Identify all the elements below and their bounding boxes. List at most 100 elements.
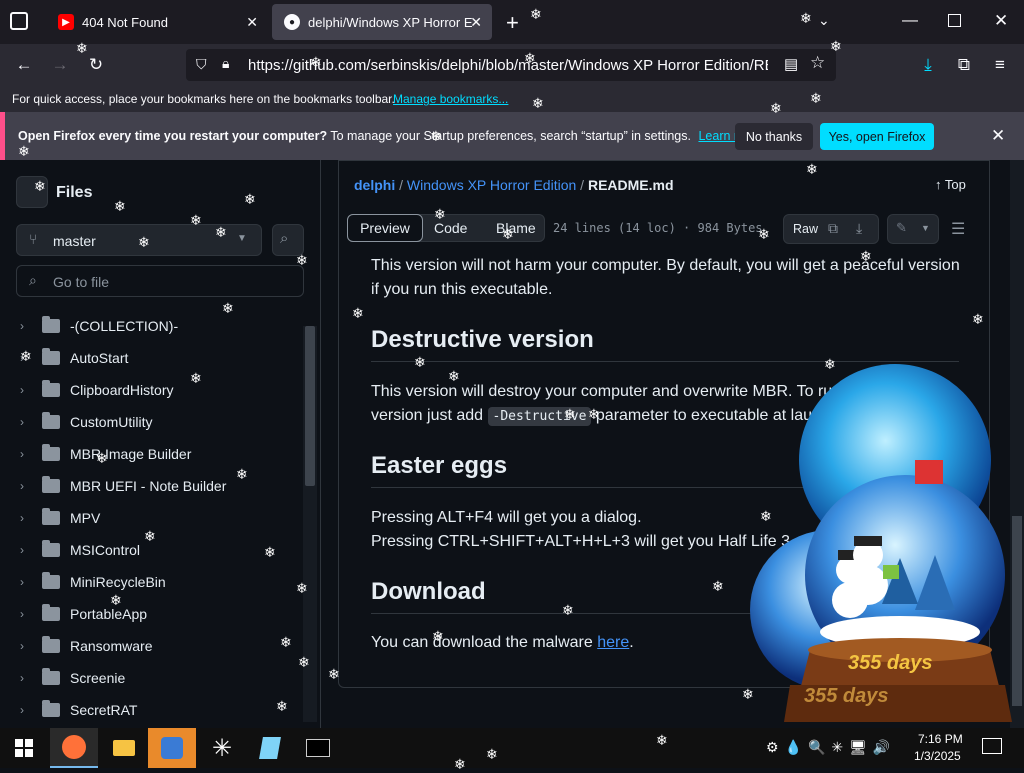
tree-item[interactable]: › ClipboardHistory bbox=[20, 374, 173, 406]
search-icon: ⌕ bbox=[280, 230, 289, 247]
close-icon[interactable]: ✕ bbox=[470, 14, 482, 31]
app-taskbar-icon[interactable] bbox=[148, 728, 196, 768]
firefox-view-icon[interactable] bbox=[10, 12, 28, 30]
back-button[interactable]: ← bbox=[12, 53, 36, 77]
tree-item[interactable]: › Screenie bbox=[20, 662, 125, 694]
close-window-button[interactable]: ✕ bbox=[994, 11, 1008, 31]
copy-icon[interactable]: ⧉ bbox=[828, 220, 838, 237]
no-thanks-button[interactable]: No thanks bbox=[735, 123, 813, 150]
tree-item[interactable]: › SecretRAT bbox=[20, 694, 137, 726]
collapse-sidebar-icon[interactable] bbox=[16, 176, 48, 208]
new-tab-button[interactable]: + bbox=[506, 10, 519, 36]
notification-message: Open Firefox every time you restart your… bbox=[18, 129, 762, 143]
top-label: Top bbox=[944, 177, 966, 192]
tree-item[interactable]: › MBR Image Builder bbox=[20, 438, 191, 470]
tab-bar: ▶ 404 Not Found ✕ ● delphi/Windows XP Ho… bbox=[0, 0, 1024, 44]
download-text: You can download the malware bbox=[371, 634, 593, 651]
tree-item[interactable]: › PortableApp bbox=[20, 598, 147, 630]
folder-icon bbox=[42, 540, 60, 557]
maximize-button[interactable] bbox=[948, 14, 961, 27]
go-to-file-placeholder: Go to file bbox=[53, 274, 110, 290]
taskbar: ✳ ⚙💧🔍✳🖥🔊 7:16 PM 1/3/2025 bbox=[0, 728, 1024, 768]
folder-icon bbox=[42, 636, 60, 653]
tab-404[interactable]: ▶ 404 Not Found ✕ bbox=[46, 4, 268, 40]
scrollbar-thumb[interactable] bbox=[305, 326, 315, 486]
easter-line-1: Pressing ALT+F4 will get you a dialog. bbox=[371, 509, 642, 526]
tree-item[interactable]: › Ransomware bbox=[20, 630, 152, 662]
url-bar[interactable]: ⛉ 🔒︎ https://github.com/serbinskis/delph… bbox=[186, 49, 836, 81]
tree-item-label: MSIControl bbox=[70, 542, 141, 558]
url-text[interactable]: https://github.com/serbinskis/delphi/blo… bbox=[248, 57, 768, 74]
edit-group: ✎ ▼ bbox=[887, 214, 939, 244]
snowflake-app-taskbar-icon[interactable]: ✳ bbox=[198, 728, 246, 768]
downloads-icon[interactable]: ⤓ bbox=[916, 53, 940, 77]
chevron-right-icon: › bbox=[20, 415, 24, 429]
tree-item-label: AutoStart bbox=[70, 350, 129, 366]
manage-bookmarks-link[interactable]: Manage bookmarks... bbox=[393, 92, 508, 106]
firefox-taskbar-icon[interactable] bbox=[50, 728, 98, 768]
tree-item[interactable]: › MPV bbox=[20, 502, 100, 534]
tree-item[interactable]: › MBR UEFI - Note Builder bbox=[20, 470, 226, 502]
clock-date[interactable]: 1/3/2025 bbox=[914, 749, 961, 763]
tab-delphi[interactable]: ● delphi/Windows XP Horror Editi ✕ bbox=[272, 4, 492, 40]
tree-item[interactable]: › MSIControl bbox=[20, 534, 140, 566]
folder-icon bbox=[42, 348, 60, 365]
go-to-file-input[interactable]: ⌕ Go to file bbox=[16, 265, 304, 297]
notification-text: To manage your Startup preferences, sear… bbox=[330, 129, 691, 143]
breadcrumb-file: README.md bbox=[587, 177, 674, 193]
breadcrumb-repo[interactable]: delphi bbox=[354, 177, 395, 193]
caret-down-icon[interactable]: ▼ bbox=[921, 223, 930, 233]
breadcrumb-separator: / bbox=[399, 177, 404, 193]
menu-icon[interactable]: ≡ bbox=[988, 53, 1012, 77]
youtube-icon: ▶ bbox=[58, 14, 74, 30]
heading-destructive: Destructive version bbox=[371, 326, 594, 353]
branch-selector[interactable]: ⑂ master ▼ bbox=[16, 224, 262, 256]
tab-blame[interactable]: Blame bbox=[496, 220, 536, 236]
start-button[interactable] bbox=[0, 728, 48, 768]
tree-item[interactable]: › CustomUtility bbox=[20, 406, 152, 438]
clock-time[interactable]: 7:16 PM bbox=[918, 732, 963, 746]
lock-icon[interactable]: 🔒︎ bbox=[222, 55, 229, 72]
tree-item[interactable]: › AutoStart bbox=[20, 342, 128, 374]
raw-button[interactable]: Raw bbox=[793, 222, 818, 236]
extensions-icon[interactable]: ⧉ bbox=[952, 53, 976, 77]
top-button[interactable]: ↑ Top bbox=[935, 177, 966, 192]
tab-list-chevron-icon[interactable]: ⌄ bbox=[818, 12, 830, 29]
sidebar-scrollbar[interactable] bbox=[303, 326, 317, 722]
reader-view-icon[interactable]: ▤ bbox=[784, 55, 798, 73]
yes-open-firefox-button[interactable]: Yes, open Firefox bbox=[820, 123, 934, 150]
tab-preview[interactable]: Preview bbox=[347, 214, 423, 242]
close-icon[interactable]: ✕ bbox=[991, 126, 1005, 146]
bookmark-star-icon[interactable]: ☆ bbox=[810, 53, 825, 73]
chevron-right-icon: › bbox=[20, 543, 24, 557]
download-icon[interactable]: ⤓ bbox=[856, 220, 862, 237]
tree-item-label: MiniRecycleBin bbox=[70, 574, 166, 590]
destructive-line-2a: version just add bbox=[371, 407, 484, 424]
folder-icon bbox=[42, 700, 60, 717]
tree-item[interactable]: › -(COLLECTION)- bbox=[20, 310, 178, 342]
close-icon[interactable]: ✕ bbox=[246, 14, 258, 31]
notification-center-icon[interactable] bbox=[982, 738, 1002, 754]
tab-code[interactable]: Code bbox=[434, 220, 467, 236]
tree-item[interactable]: › MiniRecycleBin bbox=[20, 566, 166, 598]
breadcrumb-folder[interactable]: Windows XP Horror Edition bbox=[407, 177, 576, 193]
outline-icon[interactable]: ☰ bbox=[951, 219, 965, 239]
shield-icon[interactable]: ⛉ bbox=[196, 56, 207, 73]
notepad-taskbar-icon[interactable] bbox=[246, 728, 294, 768]
chevron-right-icon: › bbox=[20, 383, 24, 397]
search-button[interactable]: ⌕ bbox=[272, 224, 304, 256]
minimize-button[interactable]: — bbox=[902, 12, 918, 30]
forward-button[interactable]: → bbox=[48, 53, 72, 77]
tray-icons[interactable]: ⚙💧🔍✳🖥🔊 bbox=[766, 739, 896, 756]
pencil-icon[interactable]: ✎ bbox=[896, 220, 907, 236]
file-explorer-taskbar-icon[interactable] bbox=[100, 728, 148, 768]
download-link[interactable]: here bbox=[597, 634, 629, 651]
tree-item-label: MBR UEFI - Note Builder bbox=[70, 478, 227, 494]
globe-label-front: 355 days bbox=[848, 652, 933, 674]
heading-download: Download bbox=[371, 578, 486, 605]
reload-button[interactable]: ↻ bbox=[84, 53, 108, 77]
chevron-right-icon: › bbox=[20, 703, 24, 717]
terminal-taskbar-icon[interactable] bbox=[294, 728, 342, 768]
chevron-right-icon: › bbox=[20, 319, 24, 333]
file-header: delphi / Windows XP Horror Edition / REA… bbox=[338, 160, 990, 250]
